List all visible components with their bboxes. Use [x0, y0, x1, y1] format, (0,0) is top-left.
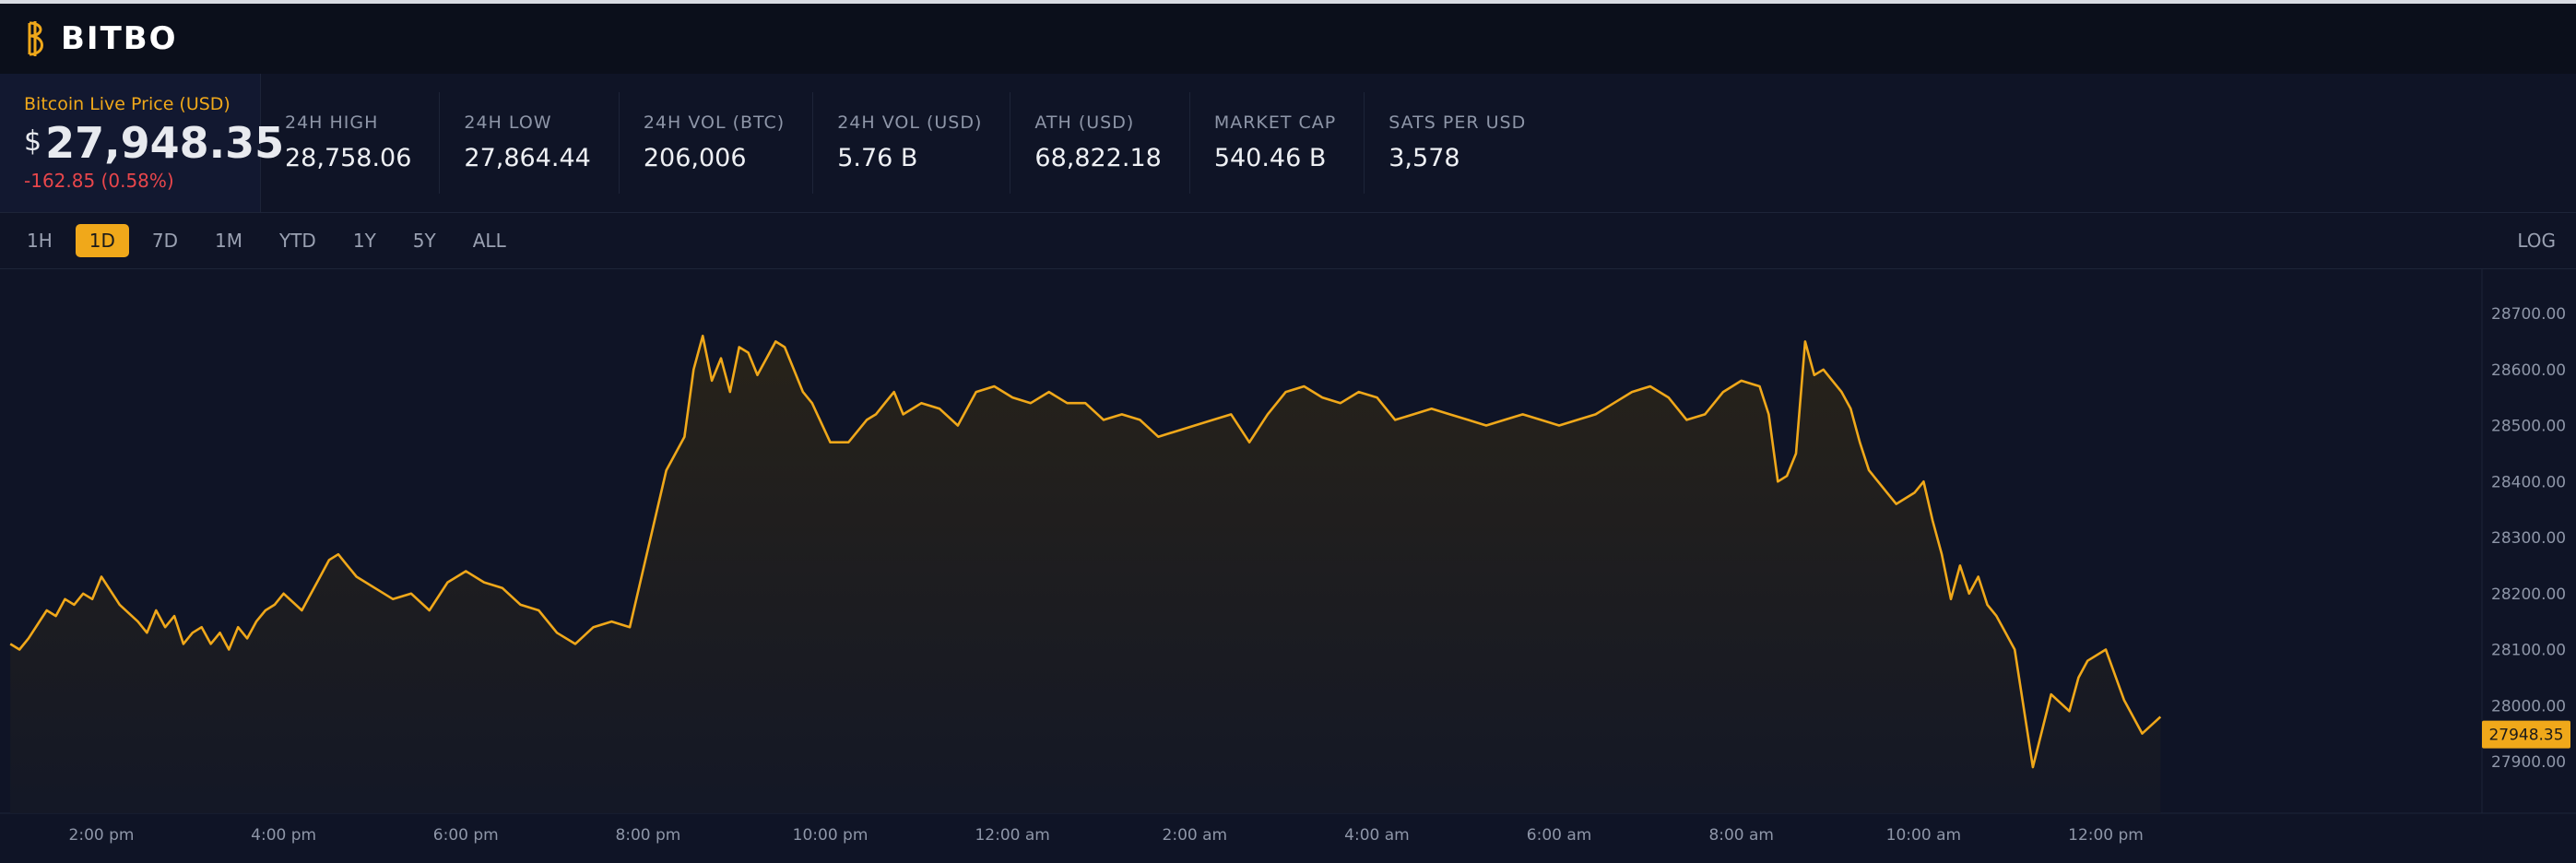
x-tick-label: 10:00 pm: [793, 826, 869, 845]
stat-24h-vol-usd: 24H VOL (USD) 5.76 B: [813, 92, 1011, 194]
current-price-tag-label: 27948.35: [2488, 727, 2563, 745]
x-tick-label: 8:00 am: [1708, 826, 1774, 845]
x-tick-label: 12:00 am: [975, 826, 1049, 845]
stat-value: 68,822.18: [1034, 144, 1162, 172]
stat-label: ATH (USD): [1034, 112, 1135, 133]
y-tick-label: 28600.00: [2491, 361, 2566, 380]
live-price-panel: Bitcoin Live Price (USD) $ 27,948.35 -16…: [0, 74, 284, 212]
currency-symbol: $: [24, 125, 42, 158]
y-tick-label: 28500.00: [2491, 418, 2566, 436]
range-7d[interactable]: 7D: [138, 224, 192, 257]
stat-value: 206,006: [643, 144, 747, 172]
stats-bar: Bitcoin Live Price (USD) $ 27,948.35 -16…: [0, 74, 2576, 213]
stat-label: 24H VOL (BTC): [643, 112, 786, 133]
stat-value: 27,864.44: [464, 144, 591, 172]
range-1y[interactable]: 1Y: [339, 224, 390, 257]
x-tick-label: 4:00 pm: [251, 826, 316, 845]
y-tick-label: 28700.00: [2491, 305, 2566, 324]
live-price: $ 27,948.35: [24, 118, 284, 168]
x-tick-label: 6:00 pm: [433, 826, 499, 845]
x-tick-label: 6:00 am: [1527, 826, 1592, 845]
bitbo-logo-icon: [28, 21, 43, 56]
range-all[interactable]: ALL: [459, 224, 520, 257]
range-1m[interactable]: 1M: [201, 224, 256, 257]
live-price-label: Bitcoin Live Price (USD): [24, 94, 230, 114]
stat-market-cap: MARKET CAP 540.46 B: [1190, 92, 1365, 194]
stat-label: 24H HIGH: [285, 112, 379, 133]
stat-label: 24H VOL (USD): [837, 112, 983, 133]
x-tick-label: 10:00 am: [1886, 826, 1961, 845]
stat-value: 28,758.06: [285, 144, 412, 172]
x-tick-label: 12:00 pm: [2068, 826, 2144, 845]
y-tick-label: 28400.00: [2491, 473, 2566, 491]
range-ytd[interactable]: YTD: [266, 224, 330, 257]
range-5y[interactable]: 5Y: [399, 224, 450, 257]
stat-value: 5.76 B: [837, 144, 918, 172]
price-change: -162.85 (0.58%): [24, 170, 174, 192]
price-chart-svg[interactable]: 28700.00 28600.00 28500.00 28400.00 28300.00…: [0, 269, 2576, 859]
stat-sats-per-usd: SATS PER USD 3,578: [1365, 92, 1554, 194]
bitbo-logo[interactable]: BITBO: [24, 20, 178, 57]
x-tick-label: 2:00 pm: [69, 826, 135, 845]
y-tick-label: 28300.00: [2491, 529, 2566, 548]
price-area: [10, 336, 2161, 813]
stat-value: 540.46 B: [1213, 144, 1327, 172]
stat-24h-low: 24H LOW 27,864.44: [440, 92, 620, 194]
stat-label: MARKET CAP: [1213, 112, 1337, 133]
y-tick-label: 28200.00: [2491, 585, 2566, 604]
y-tick-label: 28100.00: [2491, 642, 2566, 660]
stat-label: 24H LOW: [464, 112, 552, 133]
range-1d[interactable]: 1D: [75, 224, 129, 257]
x-tick-label: 4:00 am: [1344, 826, 1410, 845]
y-tick-label: 27900.00: [2491, 753, 2566, 772]
stat-ath: ATH (USD) 68,822.18: [1010, 92, 1190, 194]
stat-24h-vol-btc: 24H VOL (BTC) 206,006: [620, 92, 814, 194]
y-tick-label: 28000.00: [2491, 697, 2566, 715]
range-selector: 1H 1D 7D 1M YTD 1Y 5Y ALL LOG: [0, 213, 2576, 269]
top-nav: BITBO: [0, 4, 2576, 74]
stat-value: 3,578: [1388, 144, 1460, 172]
brand-name: BITBO: [61, 20, 178, 57]
live-price-value: 27,948.35: [45, 118, 285, 168]
range-1h[interactable]: 1H: [13, 224, 66, 257]
price-chart[interactable]: 28700.00 28600.00 28500.00 28400.00 28300.00…: [0, 269, 2576, 859]
x-tick-label: 8:00 pm: [615, 826, 680, 845]
x-tick-label: 2:00 am: [1163, 826, 1228, 845]
stat-24h-high: 24H HIGH 28,758.06: [261, 92, 441, 194]
stat-label: SATS PER USD: [1388, 112, 1527, 133]
log-scale-toggle[interactable]: LOG: [2517, 230, 2556, 252]
